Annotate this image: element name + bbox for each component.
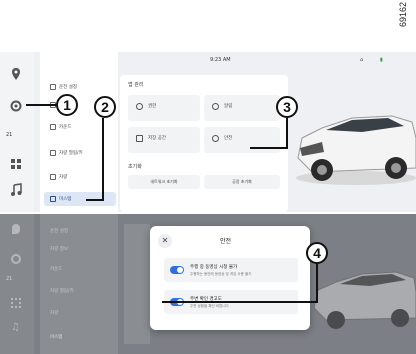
apps-grid-icon[interactable]: [9, 156, 23, 170]
signal-icon: ▮: [380, 57, 383, 63]
tile-label: 알림: [224, 104, 233, 109]
tile-storage[interactable]: 저장 공간: [128, 127, 200, 153]
location-icon[interactable]: [9, 66, 23, 80]
person-icon: [136, 103, 143, 110]
sidebar-item-vehicle-lock[interactable]: 차량 열림/키: [44, 146, 116, 160]
shield-icon: [212, 135, 219, 142]
option-label: 주행 중 동영상 시청 불가: [190, 265, 238, 270]
sidebar-item-vehicle[interactable]: 차량: [44, 170, 116, 184]
tile-safety[interactable]: 안전: [204, 127, 280, 153]
tile-notifications[interactable]: 알림: [204, 95, 280, 121]
sidebar-item-label: 운전 설정: [59, 85, 77, 90]
sidebar-item-label: 미스템: [59, 197, 72, 202]
leader-line-4b: [162, 301, 318, 303]
sidebar-item-driving-settings[interactable]: 운전 설정: [44, 80, 116, 94]
clock: 9:23 AM: [210, 57, 231, 63]
storage-icon: [136, 135, 143, 142]
settings-content: 앱 관리 권한 알림 저장 공간 안전 초기화 네트워크 초기화 공장 초기화: [120, 75, 288, 212]
settings-sidebar: 운전 설정 차량 정보 카운드 차량 열림/키 차량 미스템: [40, 52, 118, 212]
callout-3: 3: [276, 96, 298, 118]
figure-reference-number: 69162: [398, 2, 408, 28]
vehicle-image-bottom: [310, 248, 416, 334]
callout-1: 1: [56, 94, 78, 116]
lock-icon: [50, 150, 56, 156]
leader-line-2: [102, 118, 104, 200]
temperature-display: 21: [6, 132, 13, 138]
location-icon[interactable]: [12, 224, 20, 234]
sidebar-item-vehicle-info[interactable]: 차량 정보: [50, 246, 68, 252]
vehicle-image-top: [292, 88, 416, 188]
app-management-title: 앱 관리: [128, 82, 144, 88]
sidebar-item-vehicle-lock[interactable]: 차량 열림/키: [50, 288, 74, 294]
car-icon: [50, 84, 56, 90]
sidebar-item-sound[interactable]: 카운드: [44, 120, 116, 134]
system-icon: [50, 196, 56, 202]
tile-permissions[interactable]: 권한: [128, 95, 200, 121]
sidebar-item-system[interactable]: 미스템: [50, 334, 62, 340]
leader-line-4: [316, 262, 318, 302]
option-desc: 주행하는 동안에 동영상 및 게임 사용 불가: [190, 272, 252, 276]
reset-title: 초기화: [128, 164, 142, 170]
settings-gear-icon[interactable]: [11, 254, 21, 264]
left-rail-dimmed: 21 ♫: [0, 214, 34, 354]
speaker-icon: [50, 124, 56, 130]
tile-label: 권한: [148, 104, 157, 109]
option-desc: 주변 상황을 확인 바랍니다: [190, 304, 229, 308]
option-video-block[interactable]: 주행 중 동영상 시청 불가 주행하는 동안에 동영상 및 게임 사용 불가: [164, 258, 298, 282]
tile-label: 안전: [224, 136, 233, 141]
music-note-icon[interactable]: ♫: [11, 322, 20, 333]
sidebar-item-driving-settings[interactable]: 운전 설정: [50, 228, 68, 234]
safety-dialog: ✕ 안전 주행 중 동영상 시청 불가 주행하는 동안에 동영상 및 게임 사용…: [150, 226, 310, 330]
bell-icon: [212, 103, 219, 110]
callout-2: 2: [94, 96, 116, 118]
settings-gear-icon[interactable]: [9, 98, 23, 112]
leader-line-3b: [250, 147, 288, 149]
manual-figure: 69162 21 9:23 AM ⌂ ▮ 운전 설정 차량 정보 카운드 차량 …: [0, 0, 416, 354]
music-note-icon[interactable]: [9, 182, 23, 196]
leader-line-2b: [86, 199, 104, 201]
sidebar-item-label: 카운드: [59, 125, 72, 130]
sidebar-item-label: 차량 열림/키: [59, 151, 83, 156]
content-dimmed: [124, 224, 150, 344]
sidebar-item-vehicle[interactable]: 차량: [50, 310, 58, 316]
apps-grid-icon[interactable]: [11, 298, 21, 308]
leader-line-3: [286, 118, 288, 148]
callout-4: 4: [306, 242, 328, 264]
settings-sidebar-dimmed: 운전 설정 차량 정보 카운드 차량 열림/키 차량 미스템: [40, 214, 118, 354]
sidebar-item-label: 차량: [59, 175, 68, 180]
sidebar-item-sound[interactable]: 카운드: [50, 266, 62, 272]
left-rail: 21: [0, 52, 34, 212]
close-icon[interactable]: ✕: [158, 234, 172, 248]
factory-reset-button[interactable]: 공장 초기화: [204, 175, 280, 189]
sidebar-item-system[interactable]: 미스템: [44, 192, 116, 206]
video-block-toggle[interactable]: [170, 266, 184, 274]
temperature-display: 21: [6, 276, 13, 282]
lock-status-icon: ⌂: [360, 57, 364, 63]
network-reset-button[interactable]: 네트워크 초기화: [128, 175, 200, 189]
dialog-title: 안전: [220, 238, 232, 245]
leader-line-1: [26, 104, 56, 106]
tile-label: 저장 공간: [148, 136, 166, 141]
vehicle-icon: [50, 174, 56, 180]
